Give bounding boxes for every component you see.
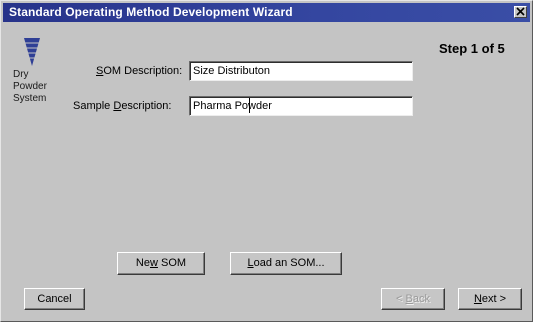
close-icon <box>516 7 525 16</box>
step-indicator: Step 1 of 5 <box>439 41 505 56</box>
next-button[interactable]: Next > <box>458 288 522 310</box>
sample-description-label: Sample Description: <box>73 100 172 112</box>
title-bar[interactable]: Standard Operating Method Development Wi… <box>3 3 530 22</box>
system-label-line: Powder <box>13 81 47 92</box>
som-description-input[interactable] <box>189 61 413 81</box>
load-som-button[interactable]: Load an SOM... <box>230 252 342 275</box>
som-description-label: SOM Description: <box>96 65 183 77</box>
cancel-button[interactable]: Cancel <box>24 288 85 310</box>
new-som-button[interactable]: New SOM <box>117 252 205 275</box>
sample-description-input[interactable] <box>189 96 413 116</box>
system-label-line: System <box>13 93 47 104</box>
back-button[interactable]: < Back <box>381 288 445 310</box>
dry-powder-system-icon <box>24 38 40 66</box>
window-title: Standard Operating Method Development Wi… <box>9 5 293 19</box>
system-label-line: Dry <box>13 69 29 80</box>
close-button[interactable] <box>514 6 527 18</box>
system-label: Dry Powder System <box>13 69 63 105</box>
text-caret <box>249 98 250 113</box>
wizard-window: Standard Operating Method Development Wi… <box>0 0 533 322</box>
